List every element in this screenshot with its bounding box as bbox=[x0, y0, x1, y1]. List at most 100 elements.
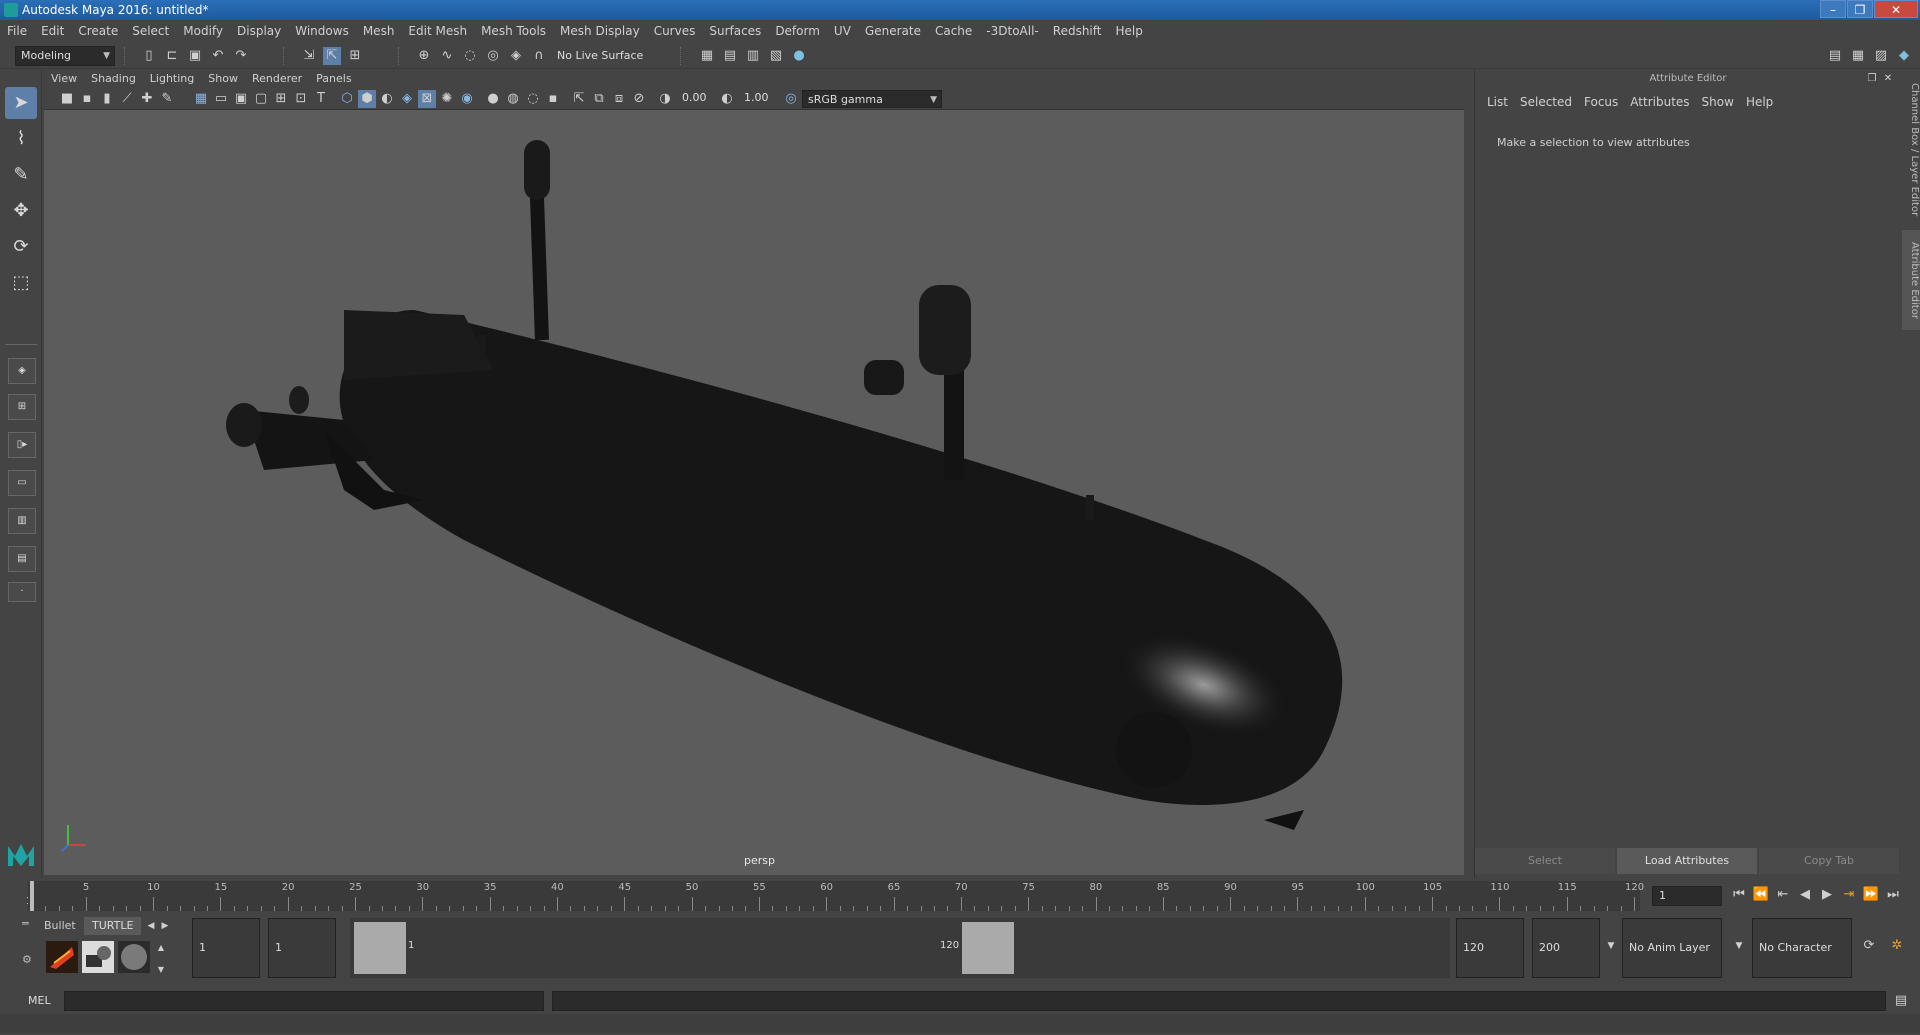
outliner-persp-layout-icon[interactable]: ▥ bbox=[8, 508, 36, 534]
gamma-icon[interactable]: ◐ bbox=[718, 90, 736, 108]
xray-icon[interactable]: ⊠ bbox=[418, 90, 436, 108]
render-frame-icon[interactable]: ▦ bbox=[698, 47, 716, 65]
xray-joints-icon[interactable]: ⧉ bbox=[590, 90, 608, 108]
time-slider[interactable]: 1 5 10 15 20 25 30 35 40 45 50 55 60 65 70 75 80 85 90 95 1… bbox=[0, 878, 1920, 913]
grease-pencil-icon[interactable]: ✎ bbox=[158, 90, 176, 108]
menu-mesh-display[interactable]: Mesh Display bbox=[553, 20, 647, 43]
playback-end-field[interactable]: 120 bbox=[1456, 918, 1524, 978]
playback-start-field[interactable]: 1 bbox=[268, 918, 336, 978]
menu-windows[interactable]: Windows bbox=[288, 20, 356, 43]
menu-deform[interactable]: Deform bbox=[768, 20, 827, 43]
menu-curves[interactable]: Curves bbox=[647, 20, 703, 43]
menu-3dtoall[interactable]: -3DtoAll- bbox=[979, 20, 1045, 43]
panel-menu-renderer[interactable]: Renderer bbox=[245, 70, 309, 88]
smooth-shade-icon[interactable]: ⬢ bbox=[358, 90, 376, 108]
screen-space-ao-icon[interactable]: ◍ bbox=[504, 90, 522, 108]
motion-blur-icon[interactable]: ◌ bbox=[524, 90, 542, 108]
ae-menu-help[interactable]: Help bbox=[1740, 95, 1779, 109]
step-forward-frame-icon[interactable]: ⇥ bbox=[1840, 886, 1858, 904]
turtle-render-icon[interactable] bbox=[46, 941, 78, 973]
menu-help[interactable]: Help bbox=[1108, 20, 1149, 43]
go-to-end-icon[interactable]: ⏭ bbox=[1884, 886, 1902, 904]
attribute-editor-toggle-icon[interactable]: ▦ bbox=[1849, 47, 1867, 65]
close-button[interactable]: ✕ bbox=[1874, 0, 1918, 18]
anim-layer-dropdown[interactable]: No Anim Layer bbox=[1622, 918, 1722, 978]
scale-tool-icon[interactable]: ⬚ bbox=[5, 267, 37, 299]
shelf-down-icon[interactable]: ▼ bbox=[152, 961, 170, 979]
four-view-layout-icon[interactable]: ⊞ bbox=[8, 394, 36, 420]
exposure-field[interactable]: 0.00 bbox=[676, 90, 714, 108]
redo-icon[interactable]: ↷ bbox=[232, 47, 250, 65]
close-panel-icon[interactable]: ✕ bbox=[1879, 70, 1897, 88]
menu-uv[interactable]: UV bbox=[827, 20, 858, 43]
range-bar[interactable]: 1 120 bbox=[350, 918, 1450, 978]
channel-box-toggle-icon[interactable]: ◆ bbox=[1895, 47, 1913, 65]
menu-modify[interactable]: Modify bbox=[176, 20, 230, 43]
camera-attributes-icon[interactable]: ▪ bbox=[78, 90, 96, 108]
select-tool-icon[interactable]: ➤ bbox=[5, 87, 37, 119]
live-surface-field[interactable]: No Live Surface bbox=[552, 47, 652, 65]
panel-menu-show[interactable]: Show bbox=[201, 70, 245, 88]
resolution-gate-icon[interactable]: ▣ bbox=[232, 90, 250, 108]
panel-menu-shading[interactable]: Shading bbox=[84, 70, 143, 88]
safe-action-icon[interactable]: ⊡ bbox=[292, 90, 310, 108]
snap-point-icon[interactable]: ◌ bbox=[461, 47, 479, 65]
ae-menu-selected[interactable]: Selected bbox=[1514, 95, 1578, 109]
play-backwards-icon[interactable]: ◀ bbox=[1796, 886, 1814, 904]
current-time-indicator[interactable] bbox=[30, 881, 34, 911]
shadows-icon[interactable]: ● bbox=[484, 90, 502, 108]
menu-select[interactable]: Select bbox=[125, 20, 176, 43]
minimize-button[interactable]: – bbox=[1820, 0, 1846, 18]
anti-aliasing-icon[interactable]: ▪ bbox=[544, 90, 562, 108]
single-perspective-layout-icon[interactable]: ◈ bbox=[8, 358, 36, 384]
open-scene-icon[interactable]: ⊏ bbox=[163, 47, 181, 65]
menu-mesh[interactable]: Mesh bbox=[356, 20, 402, 43]
menu-icon[interactable]: ═ bbox=[22, 917, 34, 937]
select-object-icon[interactable]: ⇱ bbox=[323, 47, 341, 65]
shelf-up-icon[interactable]: ▲ bbox=[152, 939, 170, 957]
chevron-down-icon[interactable]: ▼ bbox=[1602, 937, 1620, 955]
time-ruler[interactable]: 5 10 15 20 25 30 35 40 45 50 55 60 65 70 75 80 85 90 95 100… bbox=[28, 881, 1644, 911]
select-component-icon[interactable]: ⊞ bbox=[346, 47, 364, 65]
isolate-select-icon[interactable]: ⇱ bbox=[570, 90, 588, 108]
safe-title-icon[interactable]: T bbox=[312, 90, 330, 108]
tool-settings-icon[interactable]: ▨ bbox=[1872, 47, 1890, 65]
shelf-tab-bullet[interactable]: Bullet bbox=[38, 917, 82, 935]
channel-box-tab[interactable]: Channel Box / Layer Editor bbox=[1902, 80, 1920, 220]
range-start-handle[interactable] bbox=[354, 922, 406, 974]
textured-icon[interactable]: ◉ bbox=[458, 90, 476, 108]
character-set-dropdown[interactable]: No Character Set bbox=[1752, 918, 1852, 1012]
render-view-icon[interactable]: ▤ bbox=[721, 47, 739, 65]
snap-view-plane-icon[interactable]: ◎ bbox=[484, 47, 502, 65]
snap-curve-icon[interactable]: ∿ bbox=[438, 47, 456, 65]
panel-menu-lighting[interactable]: Lighting bbox=[143, 70, 201, 88]
turtle-bake-icon[interactable] bbox=[82, 941, 114, 973]
default-material-icon[interactable]: ◐ bbox=[378, 90, 396, 108]
menu-file[interactable]: File bbox=[0, 20, 34, 43]
shelf-scroll-right-icon[interactable]: ▶ bbox=[156, 917, 174, 935]
use-all-lights-icon[interactable]: ✺ bbox=[438, 90, 456, 108]
color-management-icon[interactable]: ◎ bbox=[782, 90, 800, 108]
menu-surfaces[interactable]: Surfaces bbox=[702, 20, 768, 43]
chevron-down-icon[interactable]: ▼ bbox=[1730, 937, 1748, 955]
auto-key-icon[interactable]: ⟳ bbox=[1860, 937, 1878, 955]
persp-graph-layout-icon[interactable]: ▭ bbox=[8, 470, 36, 496]
gear-icon[interactable]: ⚙ bbox=[22, 953, 34, 966]
image-plane-icon[interactable]: ⟋ bbox=[118, 90, 136, 108]
range-end-handle[interactable] bbox=[962, 922, 1014, 974]
perspective-viewport[interactable]: persp bbox=[44, 110, 1464, 875]
snap-grid-icon[interactable]: ⊕ bbox=[415, 47, 433, 65]
ae-menu-list[interactable]: List bbox=[1481, 95, 1514, 109]
grid-icon[interactable]: ▦ bbox=[192, 90, 210, 108]
paint-select-tool-icon[interactable]: ✎ bbox=[5, 159, 37, 191]
film-gate-icon[interactable]: ▭ bbox=[212, 90, 230, 108]
shelf-tab-turtle[interactable]: TURTLE bbox=[84, 917, 142, 935]
step-back-frame-icon[interactable]: ⇤ bbox=[1774, 886, 1792, 904]
menu-display[interactable]: Display bbox=[230, 20, 288, 43]
gate-mask-icon[interactable]: ▢ bbox=[252, 90, 270, 108]
modeling-toolkit-icon[interactable]: ▤ bbox=[1826, 47, 1844, 65]
copy-tab-button[interactable]: Copy Tab bbox=[1759, 848, 1899, 874]
lasso-tool-icon[interactable]: ⌇ bbox=[5, 123, 37, 155]
ae-menu-focus[interactable]: Focus bbox=[1578, 95, 1624, 109]
menuset-dropdown[interactable]: Modeling ▼ bbox=[15, 46, 115, 66]
